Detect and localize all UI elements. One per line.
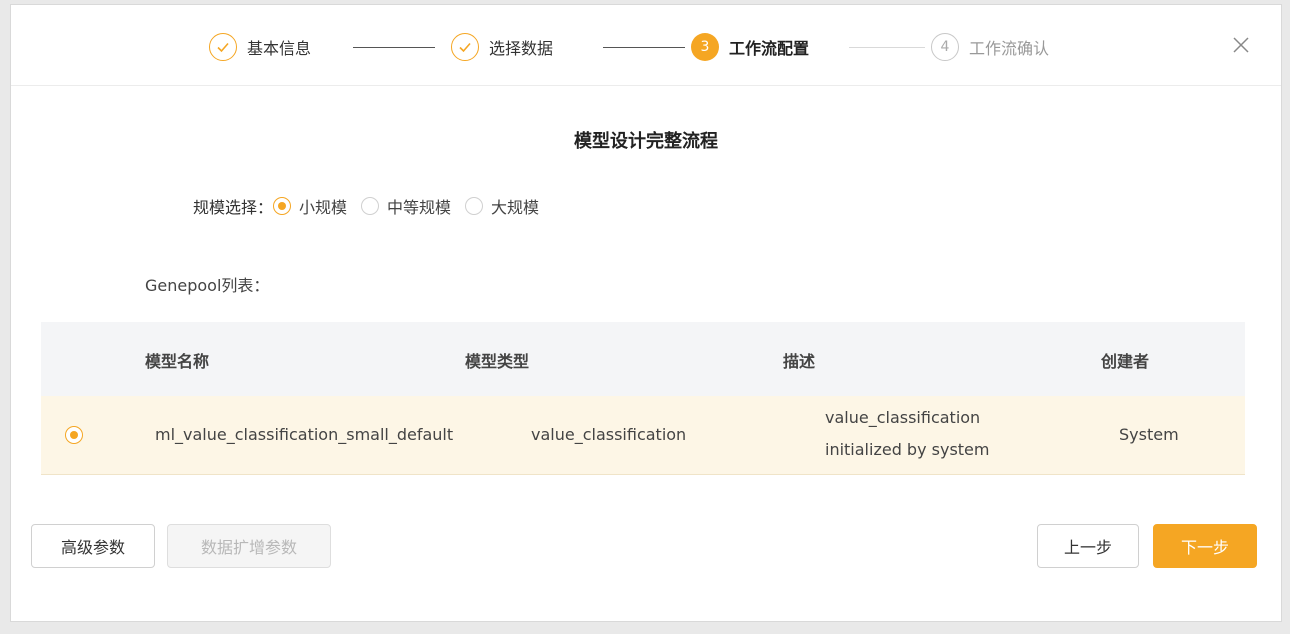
cell-description-line2: initialized by system	[825, 440, 990, 459]
radio-checked-icon[interactable]	[273, 197, 292, 215]
genepool-table: 模型名称 模型类型 描述 创建者 ml_value_classification…	[41, 322, 1245, 475]
step-label: 工作流配置	[729, 39, 810, 58]
step-connector	[603, 47, 685, 48]
header-model-type: 模型类型	[465, 352, 530, 371]
step-label: 基本信息	[247, 39, 312, 58]
steps-bar: 基本信息 选择数据 3 工作流配置 4 工作流确认	[11, 5, 1281, 86]
step-select-data[interactable]: 选择数据	[451, 33, 553, 61]
radio-label: 中等规模	[387, 198, 452, 217]
header-model-name: 模型名称	[145, 352, 210, 371]
cell-model-type: value_classification	[531, 425, 687, 444]
genepool-list-label: Genepool列表：	[145, 276, 270, 295]
check-icon	[451, 33, 479, 61]
radio-icon[interactable]	[465, 197, 484, 215]
scale-option-large[interactable]: 大规模	[465, 194, 539, 218]
prev-step-button[interactable]: 上一步	[1037, 524, 1139, 568]
workflow-dialog: 基本信息 选择数据 3 工作流配置 4 工作流确认 模型设计完整流程 规模选择：	[10, 4, 1282, 622]
step-number: 4	[931, 33, 959, 61]
cell-description-line1: value_classification	[825, 408, 981, 427]
cell-model-name: ml_value_classification_small_default	[155, 425, 454, 444]
table-row[interactable]: ml_value_classification_small_default va…	[41, 396, 1245, 475]
header-description: 描述	[783, 352, 816, 371]
step-number: 3	[691, 33, 719, 61]
next-step-button[interactable]: 下一步	[1153, 524, 1257, 568]
step-workflow-config[interactable]: 3 工作流配置	[691, 33, 809, 61]
step-connector	[849, 47, 925, 48]
header-creator: 创建者	[1101, 352, 1150, 371]
scale-option-medium[interactable]: 中等规模	[361, 194, 451, 218]
advanced-params-button[interactable]: 高级参数	[31, 524, 155, 568]
cell-creator: System	[1119, 425, 1179, 444]
step-label: 选择数据	[489, 39, 554, 58]
radio-label: 大规模	[491, 198, 540, 217]
table-header: 模型名称 模型类型 描述 创建者	[41, 322, 1245, 396]
close-icon[interactable]	[1229, 33, 1253, 57]
step-label: 工作流确认	[969, 39, 1050, 58]
augment-params-button[interactable]: 数据扩增参数	[167, 524, 331, 568]
radio-icon[interactable]	[361, 197, 380, 215]
row-radio-checked-icon[interactable]	[65, 426, 83, 444]
radio-label: 小规模	[299, 198, 348, 217]
scale-selector: 规模选择： 小规模 中等规模 大规模	[193, 195, 539, 217]
check-icon	[209, 33, 237, 61]
step-workflow-confirm[interactable]: 4 工作流确认	[931, 33, 1049, 61]
page-title: 模型设计完整流程	[574, 131, 718, 152]
scale-option-small[interactable]: 小规模	[273, 194, 347, 218]
step-connector	[353, 47, 435, 48]
step-basic-info[interactable]: 基本信息	[209, 33, 311, 61]
scale-label: 规模选择：	[193, 198, 274, 217]
